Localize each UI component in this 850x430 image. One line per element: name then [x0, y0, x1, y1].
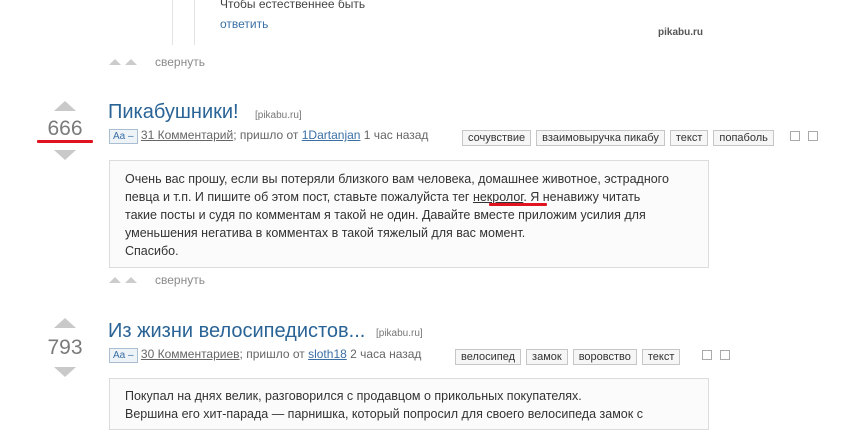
text-line: Вершина его хит-парада — парнишка, котор…: [125, 407, 643, 421]
upvote-icon[interactable]: [54, 101, 76, 111]
text-line: уменьшения негатива в комментах в такой …: [125, 226, 526, 240]
tag[interactable]: замок: [526, 349, 568, 365]
post-title[interactable]: Пикабушники!: [108, 101, 239, 124]
author-link[interactable]: 1Dartanjan: [302, 128, 361, 142]
author-link[interactable]: sloth18: [308, 347, 347, 361]
collapse-link[interactable]: свернуть: [155, 55, 205, 69]
tag-list: сочувствие взаимовыручка пикабу текст попаб…: [462, 128, 779, 146]
watermark: pikabu.ru: [658, 27, 704, 38]
post-body: Очень вас прошу, если вы потеряли близко…: [109, 160, 709, 268]
post-text: Очень вас прошу, если вы потеряли близко…: [125, 170, 705, 260]
text-line: певца и т.п. И пишите об этом пост, став…: [125, 188, 705, 206]
reply-link[interactable]: ответить: [220, 17, 268, 31]
meta-separator: ; пришло от: [239, 347, 309, 361]
comment-upvote-icon[interactable]: [109, 59, 121, 65]
post-time: 2 часа назад: [346, 347, 422, 361]
post-upvote-icon[interactable]: [109, 277, 121, 283]
tag[interactable]: текст: [641, 349, 681, 365]
text-line: Покупал на днях велик, разговорился с пр…: [125, 389, 582, 403]
text-line: Спасибо.: [125, 244, 179, 258]
text-segment: . Я ненавижу читать: [523, 190, 641, 204]
post-time: 1 час назад: [360, 128, 429, 142]
post-source[interactable]: [pikabu.ru]: [255, 110, 302, 121]
upvote-icon[interactable]: [54, 318, 76, 328]
rating-highlight: [37, 140, 93, 143]
downvote-icon[interactable]: [54, 367, 76, 377]
expand-icon[interactable]: [808, 131, 818, 141]
post-rating: 793: [47, 336, 83, 359]
tag[interactable]: велосипед: [455, 349, 522, 365]
tag[interactable]: воровство: [572, 349, 637, 365]
downvote-icon[interactable]: [54, 150, 76, 160]
post-text: Покупал на днях велик, разговорился с пр…: [125, 387, 705, 423]
font-size-toggle[interactable]: Aa –: [109, 348, 138, 363]
tag[interactable]: попаболь: [713, 130, 774, 146]
collapse-link[interactable]: свернуть: [155, 273, 205, 287]
tag[interactable]: текст: [669, 130, 709, 146]
comments-link[interactable]: 30 Комментариев: [141, 347, 240, 361]
post-meta: Aa – 30 Комментариев; пришло от sloth18 …: [109, 347, 421, 363]
comment-thread-line: [172, 0, 173, 45]
tag-mention[interactable]: некролог: [473, 190, 523, 204]
text-line: Очень вас прошу, если вы потеряли близко…: [125, 172, 669, 186]
save-icon[interactable]: [702, 350, 712, 360]
text-segment: певца и т.п. И пишите об этом пост, став…: [125, 190, 473, 204]
expand-icon[interactable]: [720, 350, 730, 360]
tag[interactable]: сочувствие: [462, 130, 532, 146]
post-meta: Aa – 31 Комментарий; пришло от 1Dartanja…: [109, 128, 428, 144]
comments-link[interactable]: 31 Комментарий: [141, 128, 233, 142]
post-body: Покупал на днях велик, разговорился с пр…: [109, 378, 709, 430]
post-title[interactable]: Из жизни велосипедистов...: [108, 320, 365, 343]
tag-highlight: [489, 203, 547, 206]
save-icon[interactable]: [790, 131, 800, 141]
meta-separator: ; пришло от: [233, 128, 302, 142]
comment-thread-line: [194, 0, 195, 45]
font-size-toggle[interactable]: Aa –: [109, 129, 138, 144]
post-upvote-icon[interactable]: [125, 277, 137, 283]
post-source[interactable]: [pikabu.ru]: [376, 328, 423, 339]
tag[interactable]: взаимовыручка пикабу: [536, 130, 665, 146]
text-line: такие посты и судя по комментам я такой …: [125, 208, 646, 222]
comment-upvote-icon[interactable]: [125, 59, 137, 65]
post-rating: 666: [47, 117, 83, 140]
comment-text: Чтобы естественнее быть: [220, 0, 366, 11]
tag-list: велосипед замок воровство текст: [455, 347, 685, 365]
